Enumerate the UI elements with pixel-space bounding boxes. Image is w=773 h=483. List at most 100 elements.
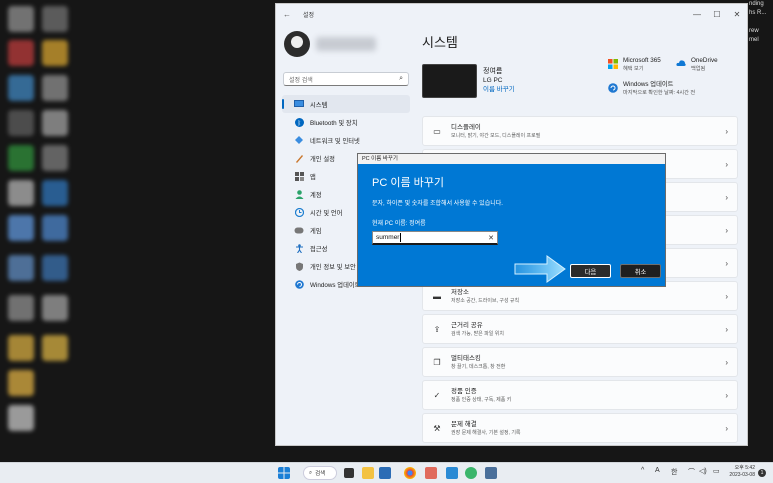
chevron-right-icon: › xyxy=(725,325,728,334)
card-display[interactable]: ▭ 디스플레이 모니터, 밝기, 야간 모드, 디스플레이 프로필 › xyxy=(422,116,738,146)
current-pc-name: 현재 PC 이름: 정여름 xyxy=(372,221,426,227)
desktop-icon[interactable] xyxy=(8,6,34,32)
network-icon[interactable]: ⌒ xyxy=(688,467,695,477)
windows-start-icon[interactable] xyxy=(278,467,290,479)
desktop-icon[interactable] xyxy=(8,295,34,321)
windows-update-tile[interactable]: Windows 업데이트 마지막으로 확인한 날짜: 4시간 전 xyxy=(608,81,695,97)
file-explorer-icon[interactable] xyxy=(362,467,374,479)
battery-icon[interactable]: ▭ xyxy=(713,467,720,475)
gamepad-icon xyxy=(294,225,304,235)
back-arrow-icon[interactable]: ← xyxy=(283,10,291,19)
desktop-icon[interactable] xyxy=(42,335,68,361)
desktop-icon[interactable] xyxy=(8,335,34,361)
maximize-button[interactable]: ☐ xyxy=(707,10,727,19)
settings-icon[interactable] xyxy=(485,467,497,479)
ime-mode-han[interactable]: 한 xyxy=(671,467,677,477)
text-caret xyxy=(400,233,402,242)
task-view-icon[interactable] xyxy=(344,468,354,478)
desktop-icon[interactable] xyxy=(8,370,34,396)
desktop-icon[interactable] xyxy=(42,6,68,32)
next-button[interactable]: 다음 xyxy=(570,264,611,278)
volume-icon[interactable]: ◁) xyxy=(699,467,707,475)
minimize-button[interactable]: — xyxy=(687,10,707,19)
app-icon[interactable] xyxy=(465,467,477,479)
multitask-icon: ❐ xyxy=(433,357,441,367)
card-title: 정품 인증 xyxy=(451,387,477,395)
cancel-button[interactable]: 취소 xyxy=(620,264,661,278)
desktop-icon[interactable] xyxy=(42,75,68,101)
desktop-icon[interactable] xyxy=(8,40,34,66)
ime-mode-a[interactable]: A xyxy=(655,467,660,474)
desktop-icon[interactable] xyxy=(42,110,68,136)
wrench-icon: ⚒ xyxy=(433,423,441,433)
onedrive-tile[interactable]: OneDrive 백업됨 xyxy=(676,57,718,73)
chevron-right-icon: › xyxy=(725,391,728,400)
chevron-right-icon: › xyxy=(725,193,728,202)
desktop-icon[interactable] xyxy=(8,75,34,101)
desktop-icon[interactable] xyxy=(8,145,34,171)
card-title: 멀티태스킹 xyxy=(451,354,481,362)
check-circle-icon: ✓ xyxy=(433,390,441,400)
clear-input-icon[interactable]: ✕ xyxy=(488,234,494,242)
tray-overflow-icon[interactable]: ^ xyxy=(641,467,644,474)
system-clock[interactable]: 오후 5:42 2023-03-08 xyxy=(725,465,755,479)
sidebar-item-bluetooth[interactable]: ᛒ Bluetooth 및 장치 xyxy=(282,113,410,131)
settings-search-input[interactable]: 설정 검색 ⌕ xyxy=(283,72,409,86)
blurred-user-name xyxy=(316,37,376,51)
new-pc-name-input[interactable]: summer ✕ xyxy=(372,231,498,245)
card-subtitle: 모니터, 밝기, 야간 모드, 디스플레이 프로필 xyxy=(451,132,541,139)
rename-link[interactable]: 이름 바꾸기 xyxy=(483,85,515,94)
card-nearby-sharing[interactable]: ⇪ 근거리 공유 검색 가능, 받은 파일 위치 › xyxy=(422,314,738,344)
desktop-icon[interactable] xyxy=(42,215,68,241)
sidebar-item-system[interactable]: 시스템 xyxy=(282,95,410,113)
card-subtitle: 창 끌기, 데스크톱, 창 전환 xyxy=(451,363,506,370)
search-placeholder: 설정 검색 xyxy=(289,77,313,84)
taskbar: ⌕ 검색 ^ A 한 ⌒ ◁) ▭ 오후 5:42 2023-03-08 1 xyxy=(0,462,773,483)
arrow-right-icon xyxy=(514,255,566,283)
card-title: 저장소 xyxy=(451,288,469,296)
share-icon: ⇪ xyxy=(433,324,441,334)
card-multitasking[interactable]: ❐ 멀티태스킹 창 끌기, 데스크톱, 창 전환 › xyxy=(422,347,738,377)
brush-icon xyxy=(294,153,304,163)
desktop-icon[interactable] xyxy=(8,405,34,431)
folder-icon[interactable] xyxy=(379,467,391,479)
device-name: 정여름 xyxy=(483,68,503,75)
notification-badge[interactable]: 1 xyxy=(758,469,766,477)
desktop-icon[interactable] xyxy=(42,40,68,66)
user-profile[interactable] xyxy=(276,24,416,64)
chevron-right-icon: › xyxy=(725,358,728,367)
snipping-tool-icon[interactable] xyxy=(425,467,437,479)
ms365-tile[interactable]: Microsoft 365 혜택 보기 xyxy=(608,57,661,73)
window-titlebar: ← 설정 — ☐ ✕ xyxy=(276,4,747,24)
device-model: LG PC xyxy=(483,77,503,84)
desktop-icon[interactable] xyxy=(8,110,34,136)
microsoft-365-icon xyxy=(608,59,618,69)
update-title: Windows 업데이트 xyxy=(623,81,674,88)
avatar xyxy=(284,31,310,57)
chrome-icon[interactable] xyxy=(404,467,416,479)
ms365-title: Microsoft 365 xyxy=(623,57,661,64)
desktop-icon[interactable] xyxy=(8,215,34,241)
card-subtitle: 저장소 공간, 드라이브, 구성 규칙 xyxy=(451,297,520,304)
wifi-icon xyxy=(294,135,304,145)
sidebar-item-network[interactable]: 네트워크 및 인터넷 xyxy=(282,131,410,149)
update-subtitle: 마지막으로 확인한 날짜: 4시간 전 xyxy=(623,90,696,96)
desktop-icon[interactable] xyxy=(8,180,34,206)
main-content: 시스템 정여름 LG PC 이름 바꾸기 Microsoft 365 혜택 보기… xyxy=(422,24,742,443)
taskbar-search[interactable]: ⌕ 검색 xyxy=(303,466,337,480)
globe-clock-icon xyxy=(294,207,304,217)
desktop-icon[interactable] xyxy=(42,255,68,281)
desktop-icon[interactable] xyxy=(42,180,68,206)
sidebar-item-label: 접근성 xyxy=(310,245,328,253)
desktop-icon[interactable] xyxy=(8,255,34,281)
card-title: 문제 해결 xyxy=(451,420,477,428)
desktop-icon[interactable] xyxy=(42,295,68,321)
close-button[interactable]: ✕ xyxy=(727,10,747,19)
card-activation[interactable]: ✓ 정품 인증 정품 인증 상태, 구독, 제품 키 › xyxy=(422,380,738,410)
person-icon xyxy=(294,189,304,199)
vscode-icon[interactable] xyxy=(446,467,458,479)
monitor-icon xyxy=(294,99,304,109)
desktop-icon[interactable] xyxy=(42,145,68,171)
card-troubleshoot[interactable]: ⚒ 문제 해결 권장 문제 해결사, 기본 설정, 기록 › xyxy=(422,413,738,443)
window-title: 설정 xyxy=(303,12,315,19)
